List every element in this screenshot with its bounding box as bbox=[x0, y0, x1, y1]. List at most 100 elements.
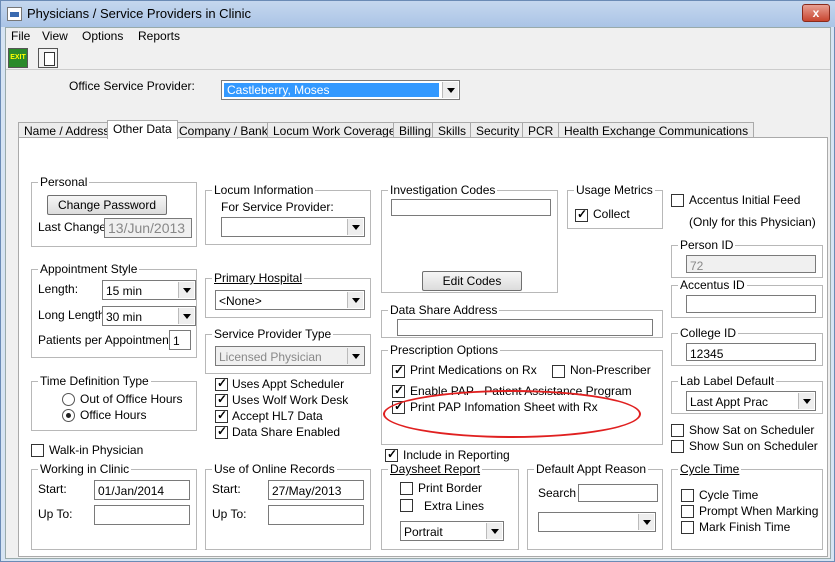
patients-per-appointment-field[interactable]: 1 bbox=[169, 330, 191, 350]
prompt-when-marking-checkbox[interactable] bbox=[681, 505, 694, 518]
close-button[interactable]: x bbox=[802, 4, 830, 22]
cycle-time-checkbox[interactable] bbox=[681, 489, 694, 502]
out-of-office-hours-label: Out of Office Hours bbox=[80, 392, 183, 406]
office-hours-radio[interactable] bbox=[62, 409, 75, 422]
show-sun-label: Show Sun on Scheduler bbox=[689, 439, 818, 453]
chevron-down-icon[interactable] bbox=[486, 523, 502, 539]
tab-pcr[interactable]: PCR bbox=[522, 122, 560, 138]
print-medications-checkbox[interactable] bbox=[392, 363, 405, 378]
other-data-panel: Personal Change Password Last Change 13/… bbox=[18, 137, 828, 557]
tab-company-bank[interactable]: Company / Bank bbox=[173, 122, 274, 138]
collect-checkbox[interactable] bbox=[575, 207, 588, 222]
non-prescriber-label: Non-Prescriber bbox=[570, 363, 651, 377]
exit-button[interactable]: EXIT bbox=[8, 48, 28, 68]
mark-finish-time-checkbox[interactable] bbox=[681, 521, 694, 534]
length-select[interactable]: 15 min bbox=[102, 280, 196, 300]
tab-name-address[interactable]: Name / Address bbox=[18, 122, 116, 138]
personal-group: Personal Change Password Last Change 13/… bbox=[31, 175, 197, 247]
online-start-label: Start: bbox=[212, 482, 241, 496]
change-password-button[interactable]: Change Password bbox=[47, 195, 167, 215]
usage-metrics-group: Usage Metrics Collect bbox=[567, 183, 663, 229]
menu-reports[interactable]: Reports bbox=[138, 29, 180, 43]
walk-in-physician-checkbox[interactable] bbox=[31, 444, 44, 457]
locum-provider-select[interactable] bbox=[221, 217, 365, 237]
office-hours-label: Office Hours bbox=[80, 408, 147, 422]
new-document-icon[interactable] bbox=[38, 48, 58, 68]
online-start-field[interactable]: 27/May/2013 bbox=[268, 480, 364, 500]
include-in-reporting-checkbox[interactable] bbox=[385, 447, 398, 462]
extra-lines-checkbox[interactable] bbox=[400, 499, 413, 512]
uses-appt-scheduler-checkbox[interactable] bbox=[215, 376, 228, 391]
chevron-down-icon[interactable] bbox=[178, 308, 194, 324]
college-id-field[interactable]: 12345 bbox=[686, 343, 816, 361]
lab-label-default-select[interactable]: Last Appt Prac bbox=[686, 391, 816, 411]
enable-pap-checkbox[interactable] bbox=[392, 383, 405, 398]
for-service-provider-label: For Service Provider: bbox=[221, 200, 334, 214]
tab-other-data[interactable]: Other Data bbox=[107, 120, 178, 139]
tab-security[interactable]: Security bbox=[470, 122, 526, 138]
uses-wolf-work-desk-label: Uses Wolf Work Desk bbox=[232, 393, 349, 407]
data-share-enabled-checkbox[interactable] bbox=[215, 424, 228, 439]
app-window: Physicians / Service Providers in Clinic… bbox=[0, 0, 835, 562]
chevron-down-icon[interactable] bbox=[347, 219, 363, 235]
cycle-time-label: Cycle Time bbox=[699, 488, 759, 502]
show-sat-checkbox[interactable] bbox=[671, 424, 684, 437]
app-icon bbox=[7, 7, 22, 21]
appointment-style-group: Appointment Style Length: 15 min Long Le… bbox=[31, 262, 197, 358]
working-in-clinic-group: Working in Clinic Start: 01/Jan/2014 Up … bbox=[31, 462, 197, 550]
chevron-down-icon[interactable] bbox=[442, 82, 458, 98]
working-upto-field[interactable] bbox=[94, 505, 190, 525]
include-in-reporting-label: Include in Reporting bbox=[403, 448, 510, 462]
working-start-field[interactable]: 01/Jan/2014 bbox=[94, 480, 190, 500]
default-appt-search-field[interactable] bbox=[578, 484, 658, 502]
edit-codes-button[interactable]: Edit Codes bbox=[422, 271, 522, 291]
client-area: File View Options Reports EXIT Office Se… bbox=[5, 27, 831, 559]
online-records-group: Use of Online Records Start: 27/May/2013… bbox=[205, 462, 371, 550]
out-of-office-hours-radio[interactable] bbox=[62, 393, 75, 406]
long-length-select[interactable]: 30 min bbox=[102, 306, 196, 326]
tab-billing[interactable]: Billing bbox=[393, 122, 438, 138]
tab-locum-work-coverage[interactable]: Locum Work Coverage bbox=[267, 122, 402, 138]
default-appt-reason-select[interactable] bbox=[538, 512, 656, 532]
data-share-address-field[interactable] bbox=[397, 319, 653, 336]
online-upto-field[interactable] bbox=[268, 505, 364, 525]
investigation-codes-field[interactable] bbox=[391, 199, 551, 216]
accept-hl7-data-checkbox[interactable] bbox=[215, 408, 228, 423]
tab-skills[interactable]: Skills bbox=[432, 122, 473, 138]
person-id-field: 72 bbox=[686, 255, 816, 273]
print-border-label: Print Border bbox=[418, 481, 483, 495]
menu-view[interactable]: View bbox=[42, 29, 68, 43]
default-appt-reason-group: Default Appt Reason Search bbox=[527, 462, 663, 550]
non-prescriber-checkbox[interactable] bbox=[552, 365, 565, 378]
window-title: Physicians / Service Providers in Clinic bbox=[27, 6, 251, 21]
office-provider-select[interactable]: Castleberry, Moses bbox=[221, 80, 460, 100]
working-upto-label: Up To: bbox=[38, 507, 73, 521]
accentus-id-field[interactable] bbox=[686, 295, 816, 313]
orientation-select[interactable]: Portrait bbox=[400, 521, 504, 541]
show-sat-label: Show Sat on Scheduler bbox=[689, 423, 815, 437]
person-id-group: Person ID 72 bbox=[671, 238, 823, 278]
accentus-id-group: Accentus ID bbox=[671, 278, 823, 318]
online-upto-label: Up To: bbox=[212, 507, 247, 521]
uses-wolf-work-desk-checkbox[interactable] bbox=[215, 392, 228, 407]
walk-in-physician-label: Walk-in Physician bbox=[49, 443, 144, 457]
primary-hospital-select[interactable]: <None> bbox=[215, 290, 365, 310]
menu-file[interactable]: File bbox=[11, 29, 30, 43]
title-bar: Physicians / Service Providers in Clinic… bbox=[1, 1, 835, 27]
show-sun-checkbox[interactable] bbox=[671, 440, 684, 453]
accentus-initial-feed-label: Accentus Initial Feed bbox=[689, 193, 801, 207]
chevron-down-icon[interactable] bbox=[178, 282, 194, 298]
chevron-down-icon[interactable] bbox=[638, 514, 654, 530]
length-label: Length: bbox=[38, 282, 79, 296]
service-provider-type-group: Service Provider Type Licensed Physician bbox=[205, 327, 371, 374]
mark-finish-time-label: Mark Finish Time bbox=[699, 520, 791, 534]
menu-options[interactable]: Options bbox=[82, 29, 123, 43]
accentus-note: (Only for this Physician) bbox=[689, 215, 816, 229]
chevron-down-icon[interactable] bbox=[798, 393, 814, 409]
long-length-label: Long Length: bbox=[38, 308, 109, 322]
accentus-initial-feed-checkbox[interactable] bbox=[671, 194, 684, 207]
college-id-group: College ID 12345 bbox=[671, 326, 823, 366]
tab-health-exchange[interactable]: Health Exchange Communications bbox=[558, 122, 755, 138]
chevron-down-icon[interactable] bbox=[347, 292, 363, 308]
print-border-checkbox[interactable] bbox=[400, 482, 413, 495]
